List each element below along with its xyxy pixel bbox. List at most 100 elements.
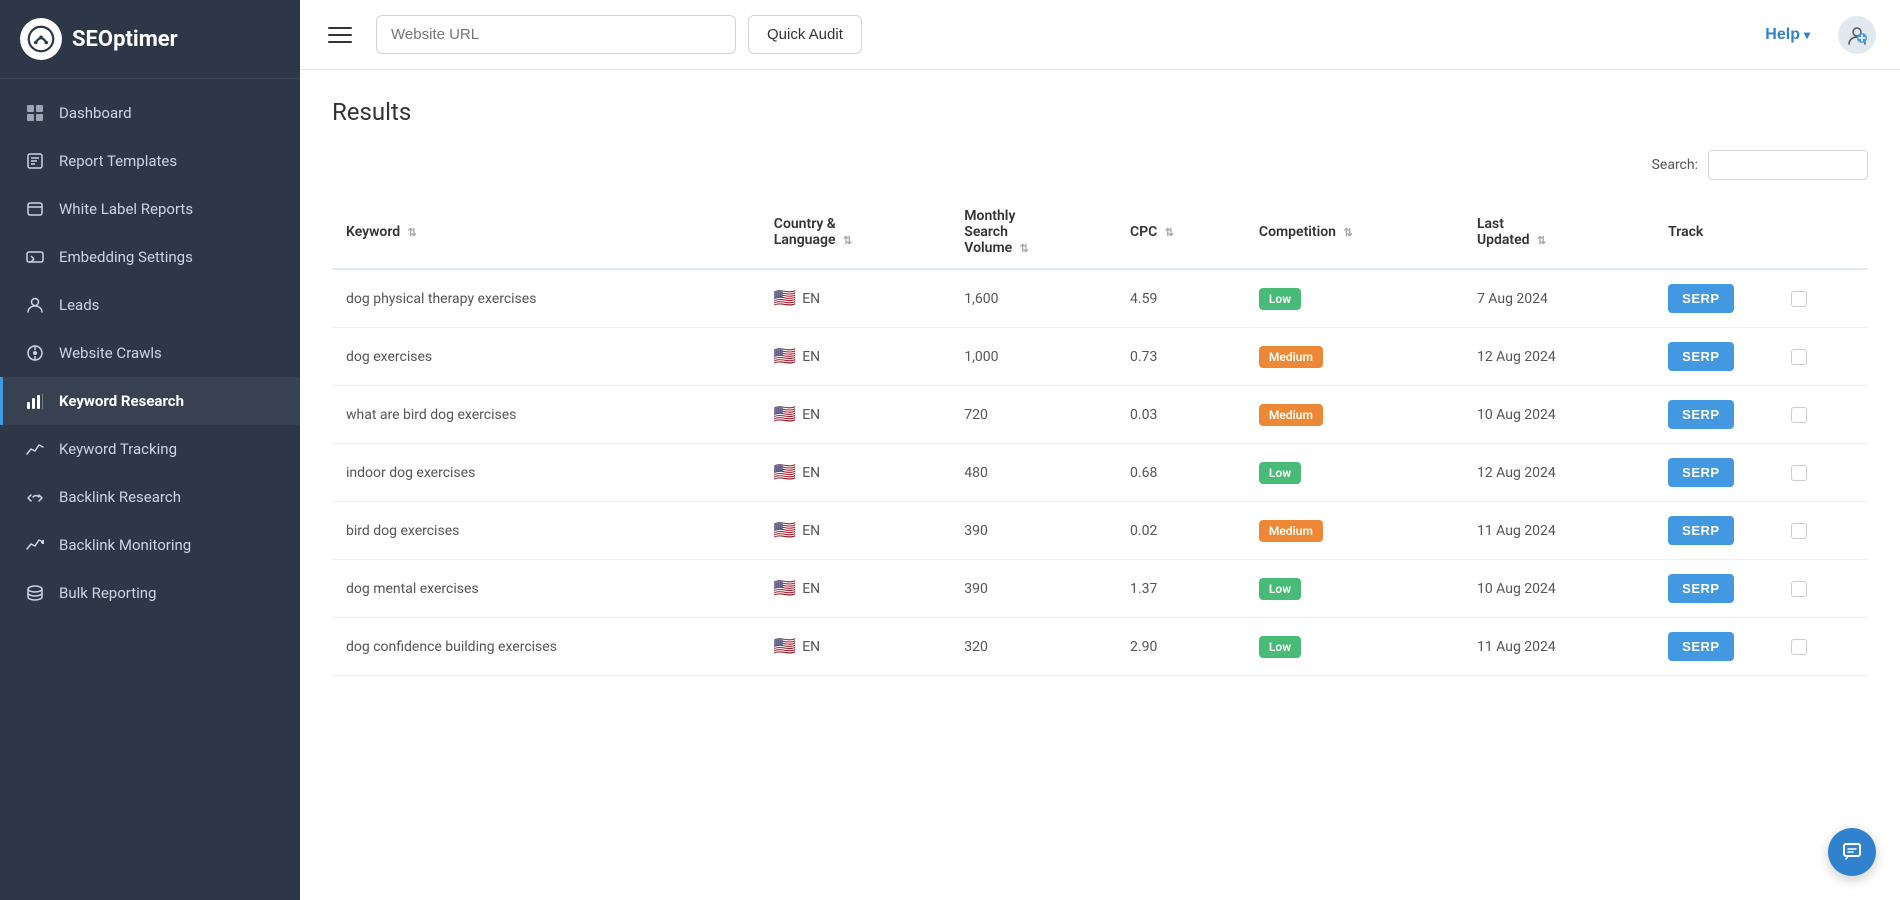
sort-country-icon: ⇅	[843, 234, 852, 247]
track-checkbox[interactable]	[1791, 407, 1807, 423]
cell-cpc: 2.90	[1116, 618, 1245, 676]
quick-audit-button[interactable]: Quick Audit	[748, 15, 862, 54]
col-cpc[interactable]: CPC ⇅	[1116, 196, 1245, 269]
serp-button[interactable]: SERP	[1668, 516, 1733, 545]
table-row: indoor dog exercises 🇺🇸 EN 480 0.68 Low …	[332, 444, 1868, 502]
results-title: Results	[332, 98, 1868, 126]
logo-area: SEOptimer	[0, 0, 300, 79]
col-competition[interactable]: Competition ⇅	[1245, 196, 1463, 269]
track-checkbox[interactable]	[1791, 465, 1807, 481]
cell-track: SERP	[1654, 328, 1868, 386]
sidebar-item-white-label[interactable]: White Label Reports	[0, 185, 300, 233]
serp-button[interactable]: SERP	[1668, 342, 1733, 371]
cell-country: 🇺🇸 EN	[760, 269, 951, 328]
track-checkbox[interactable]	[1791, 581, 1807, 597]
user-avatar[interactable]	[1838, 16, 1876, 54]
sidebar-item-bulk-reporting[interactable]: Bulk Reporting	[0, 569, 300, 617]
sidebar-item-leads-label: Leads	[59, 296, 99, 314]
sidebar-item-backlink-research[interactable]: Backlink Research	[0, 473, 300, 521]
serp-button[interactable]: SERP	[1668, 284, 1733, 313]
sidebar-item-white-label-label: White Label Reports	[59, 200, 193, 218]
results-table: Keyword ⇅ Country &Language ⇅ MonthlySea…	[332, 196, 1868, 676]
col-track: Track	[1654, 196, 1868, 269]
serp-button[interactable]: SERP	[1668, 400, 1733, 429]
hamburger-button[interactable]	[324, 23, 356, 47]
cell-volume: 1,000	[950, 328, 1116, 386]
sidebar-nav: Dashboard Report Templates	[0, 79, 300, 900]
cell-competition: Low	[1245, 269, 1463, 328]
cell-country: 🇺🇸 EN	[760, 502, 951, 560]
col-country-language[interactable]: Country &Language ⇅	[760, 196, 951, 269]
cell-track: SERP	[1654, 444, 1868, 502]
table-row: dog exercises 🇺🇸 EN 1,000 0.73 Medium 12…	[332, 328, 1868, 386]
cell-country: 🇺🇸 EN	[760, 444, 951, 502]
brand-name: SEOptimer	[72, 27, 178, 52]
cell-keyword: dog exercises	[332, 328, 760, 386]
sidebar-item-keyword-research-label: Keyword Research	[59, 392, 184, 410]
sidebar-item-website-crawls[interactable]: Website Crawls	[0, 329, 300, 377]
cell-country: 🇺🇸 EN	[760, 386, 951, 444]
competition-badge: Medium	[1259, 346, 1323, 368]
embedding-icon	[25, 247, 45, 267]
cell-last-updated: 12 Aug 2024	[1463, 444, 1654, 502]
sidebar-item-embedding[interactable]: Embedding Settings	[0, 233, 300, 281]
competition-badge: Medium	[1259, 520, 1323, 542]
search-row: Search:	[332, 150, 1868, 180]
cell-country: 🇺🇸 EN	[760, 560, 951, 618]
sidebar-item-leads[interactable]: Leads	[0, 281, 300, 329]
track-checkbox[interactable]	[1791, 523, 1807, 539]
table-body: dog physical therapy exercises 🇺🇸 EN 1,6…	[332, 269, 1868, 676]
table-header: Keyword ⇅ Country &Language ⇅ MonthlySea…	[332, 196, 1868, 269]
track-checkbox[interactable]	[1791, 291, 1807, 307]
dashboard-icon	[25, 103, 45, 123]
sidebar-item-report-templates[interactable]: Report Templates	[0, 137, 300, 185]
sort-keyword-icon: ⇅	[408, 226, 417, 239]
hamburger-line-2	[328, 34, 352, 36]
sidebar-item-dashboard[interactable]: Dashboard	[0, 89, 300, 137]
white-label-icon	[25, 199, 45, 219]
table-row: dog confidence building exercises 🇺🇸 EN …	[332, 618, 1868, 676]
col-monthly-search-volume[interactable]: MonthlySearchVolume ⇅	[950, 196, 1116, 269]
sidebar-item-website-crawls-label: Website Crawls	[59, 344, 162, 362]
url-input[interactable]	[376, 15, 736, 54]
cell-last-updated: 12 Aug 2024	[1463, 328, 1654, 386]
backlink-monitoring-icon	[25, 535, 45, 555]
cell-keyword: indoor dog exercises	[332, 444, 760, 502]
flag-icon: 🇺🇸	[774, 346, 796, 367]
sidebar-item-backlink-monitoring[interactable]: Backlink Monitoring	[0, 521, 300, 569]
competition-badge: Low	[1259, 288, 1301, 310]
flag-icon: 🇺🇸	[774, 520, 796, 541]
keyword-tracking-icon	[25, 439, 45, 459]
track-checkbox[interactable]	[1791, 349, 1807, 365]
sort-cpc-icon: ⇅	[1165, 226, 1174, 239]
track-checkbox[interactable]	[1791, 639, 1807, 655]
logo-icon	[20, 18, 62, 60]
help-button[interactable]: Help ▾	[1757, 20, 1818, 50]
hamburger-line-3	[328, 41, 352, 43]
cell-keyword: dog confidence building exercises	[332, 618, 760, 676]
sidebar-item-backlink-research-label: Backlink Research	[59, 488, 181, 506]
sidebar-item-bulk-reporting-label: Bulk Reporting	[59, 584, 156, 602]
col-last-updated[interactable]: LastUpdated ⇅	[1463, 196, 1654, 269]
content-area: Results Search: Keyword ⇅ Country &Langu…	[300, 70, 1900, 900]
backlink-research-icon	[25, 487, 45, 507]
serp-button[interactable]: SERP	[1668, 574, 1733, 603]
help-label: Help	[1765, 26, 1800, 44]
serp-button[interactable]: SERP	[1668, 458, 1733, 487]
search-input[interactable]	[1708, 150, 1868, 180]
col-keyword[interactable]: Keyword ⇅	[332, 196, 760, 269]
cell-competition: Medium	[1245, 386, 1463, 444]
flag-icon: 🇺🇸	[774, 404, 796, 425]
cell-volume: 320	[950, 618, 1116, 676]
table-row: dog mental exercises 🇺🇸 EN 390 1.37 Low …	[332, 560, 1868, 618]
sidebar-item-keyword-research[interactable]: Keyword Research	[0, 377, 300, 425]
chat-bubble[interactable]	[1828, 828, 1876, 876]
sidebar-item-keyword-tracking[interactable]: Keyword Tracking	[0, 425, 300, 473]
keyword-research-icon	[25, 391, 45, 411]
serp-button[interactable]: SERP	[1668, 632, 1733, 661]
cell-volume: 390	[950, 560, 1116, 618]
cell-last-updated: 10 Aug 2024	[1463, 560, 1654, 618]
language-code: EN	[802, 465, 820, 481]
cell-track: SERP	[1654, 386, 1868, 444]
sort-volume-icon: ⇅	[1020, 242, 1029, 255]
